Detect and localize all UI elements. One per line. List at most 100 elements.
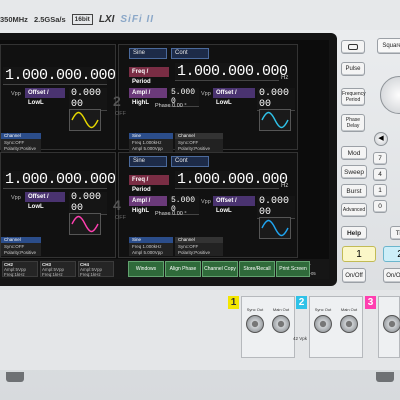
help-button[interactable]: Help <box>341 226 367 240</box>
burst-button[interactable]: Burst <box>341 184 367 198</box>
trigger-button[interactable]: Trigg <box>390 226 400 240</box>
channel-2-panel[interactable]: Sine Cont Freq / Period 1.000.000.000 Hz… <box>113 44 298 153</box>
ch1-output-number: 1 <box>228 296 239 309</box>
windows-button[interactable]: Windows <box>128 261 164 277</box>
ch1-output-area: Sync Out Main Out <box>241 296 295 358</box>
sweep-button[interactable]: Sweep <box>341 165 367 179</box>
ch3-sync-bnc[interactable] <box>383 315 400 333</box>
ch2-freq-label[interactable]: Freq / Period <box>129 67 169 85</box>
key-0[interactable]: 0 <box>373 200 387 213</box>
ch2-wave-info: Sine Freq 1.000kHz Ampl 5.000Vpp <box>129 133 173 153</box>
frequency-period-button[interactable]: Frequency Period <box>341 88 366 106</box>
right-foot <box>376 372 394 382</box>
square-button[interactable]: Square <box>377 38 400 54</box>
ch1-ampl-unit: Vpp <box>11 91 21 97</box>
channel-3-panel[interactable]: 1.000.000.000 Offset / LowL 0.000 00 Vpp… <box>0 152 116 258</box>
ch4-ampl-unit: Vpp <box>201 199 211 205</box>
channel-1-onoff-button[interactable]: On/Off <box>342 268 366 283</box>
tab-ch2[interactable]: CH2 Ampl:5Vpp Freq:1kHz <box>2 261 38 277</box>
ch2-number: 2 <box>113 93 121 109</box>
lxi-logo: LXI <box>98 13 115 25</box>
ch2-frequency[interactable]: 1.000.000.000 <box>175 63 288 81</box>
ch1-sync-label: Sync Out <box>246 307 264 312</box>
spec-badges: 350MHz 2.5GSa/s 16bit LXI SiFi II <box>0 12 154 26</box>
channel-copy-button[interactable]: Channel Copy <box>202 261 238 277</box>
store-recall-button[interactable]: Store/Recall <box>239 261 275 277</box>
arb-button[interactable] <box>341 40 365 54</box>
bits-badge: 16bit <box>71 13 93 25</box>
ch3-offset-label[interactable]: Offset / LowL <box>25 192 65 210</box>
key-4[interactable]: 4 <box>373 168 387 181</box>
ch4-freq-unit: Hz <box>281 183 289 189</box>
ch4-mode-select[interactable]: Cont <box>171 156 209 167</box>
print-screen-button[interactable]: Print Screen <box>276 261 310 277</box>
ch4-wave-info: Sine Freq 1.000kHz Ampl 5.000Vpp <box>129 237 173 257</box>
ch3-output-number: 3 <box>365 296 376 309</box>
align-phase-button[interactable]: Align Phase <box>165 261 201 277</box>
channel-2-button[interactable]: 2 <box>383 246 400 262</box>
left-arrow-icon[interactable]: ◀ <box>374 132 388 146</box>
display-screen: 1.000.000.000 Offset / LowL 0.000 00 Vpp… <box>0 40 329 279</box>
ch2-waveform-select[interactable]: Sine <box>129 48 167 59</box>
ch2-phase[interactable]: Phase 0.00 ° <box>155 103 187 109</box>
ch4-frequency[interactable]: 1.000.000.000 <box>175 171 288 189</box>
ch1-sine-wave-icon[interactable] <box>69 109 101 131</box>
ch2-offset-label[interactable]: Offset / LowL <box>213 88 255 106</box>
left-foot <box>6 372 24 382</box>
ch2-offset-value[interactable]: 0.000 00 <box>257 88 295 111</box>
ch4-sine-wave-icon[interactable] <box>259 217 291 239</box>
ch2-sine-wave-icon[interactable] <box>259 109 291 131</box>
ch2-ampl-label[interactable]: Ampl / HighL <box>129 88 167 106</box>
ch4-phase[interactable]: Phase 0.00 ° <box>155 211 187 217</box>
bandwidth-label: 350MHz <box>0 14 28 24</box>
ch2-ampl-unit: Vpp <box>201 91 211 97</box>
ch3-info-box: Channel Sync:OFF Polarity:Positive <box>1 237 41 257</box>
key-1[interactable]: 1 <box>373 184 387 197</box>
ch3-frequency[interactable]: 1.000.000.000 <box>3 171 116 189</box>
tab-ch3[interactable]: CH3 Ampl:5Vpp Freq:1kHz <box>40 261 76 277</box>
top-strip: 350MHz 2.5GSa/s 16bit LXI SiFi II <box>0 0 400 30</box>
tab-ch4[interactable]: CH4 Ampl:5Vpp Freq:1kHz <box>78 261 114 277</box>
ch3-output-area <box>378 296 400 358</box>
sample-rate-label: 2.5GSa/s <box>33 14 66 24</box>
ch4-header: Sine Cont <box>129 156 209 167</box>
ch2-header: Sine Cont <box>129 48 209 59</box>
ch4-number: 4 <box>113 197 121 213</box>
ch2-sync-label: Sync Out <box>314 307 332 312</box>
ch1-offset-value[interactable]: 0.000 00 <box>69 88 107 111</box>
channel-1-panel[interactable]: 1.000.000.000 Offset / LowL 0.000 00 Vpp… <box>0 44 116 153</box>
ch1-offset-label[interactable]: Offset / LowL <box>25 88 65 106</box>
ch2-state: OFF <box>115 111 126 117</box>
ch2-mode-select[interactable]: Cont <box>171 48 209 59</box>
mod-button[interactable]: Mod <box>341 146 367 160</box>
ch3-ampl-unit: Vpp <box>11 195 21 201</box>
phase-delay-button[interactable]: Phase Delay <box>341 114 365 132</box>
ch1-sync-bnc[interactable] <box>246 315 264 333</box>
ch4-offset-label[interactable]: Offset / LowL <box>213 196 255 214</box>
ch4-freq-label[interactable]: Freq / Period <box>129 175 169 193</box>
pulse-button[interactable]: Pulse <box>341 62 365 76</box>
ch1-frequency[interactable]: 1.000.000.000 <box>3 67 116 85</box>
ch2-output-number: 2 <box>296 296 307 309</box>
ch4-ampl-label[interactable]: Ampl / HighL <box>129 196 167 214</box>
ch2-output-area: Sync Out Main Out <box>309 296 363 358</box>
ch1-info-box: Channel Sync:OFF Polarity:Positive <box>1 133 41 153</box>
ch1-main-label: Main Out <box>272 307 290 312</box>
ch2-sync-bnc[interactable] <box>314 315 332 333</box>
key-7[interactable]: 7 <box>373 152 387 165</box>
ch4-offset-value[interactable]: 0.000 00 <box>257 196 295 219</box>
max-voltage-label: 42 Vpk <box>293 336 308 341</box>
ch1-main-bnc[interactable] <box>272 315 290 333</box>
channel-2-onoff-button[interactable]: On/Off <box>383 268 400 283</box>
sifi-logo: SiFi II <box>120 13 155 25</box>
ch2-channel-info: Channel Sync:OFF Polarity:Positive <box>175 133 223 153</box>
channel-4-panel[interactable]: Sine Cont Freq / Period 1.000.000.000 Hz… <box>113 152 298 258</box>
ch2-main-label: Main Out <box>340 307 358 312</box>
advanced-button[interactable]: Advanced <box>341 203 367 217</box>
channel-1-button[interactable]: 1 <box>342 246 376 262</box>
ch4-waveform-select[interactable]: Sine <box>129 156 167 167</box>
ch2-main-bnc[interactable] <box>340 315 358 333</box>
ch3-offset-value[interactable]: 0.000 00 <box>69 192 107 215</box>
ch3-sine-wave-icon[interactable] <box>69 213 101 235</box>
ch4-state: OFF <box>115 215 126 221</box>
